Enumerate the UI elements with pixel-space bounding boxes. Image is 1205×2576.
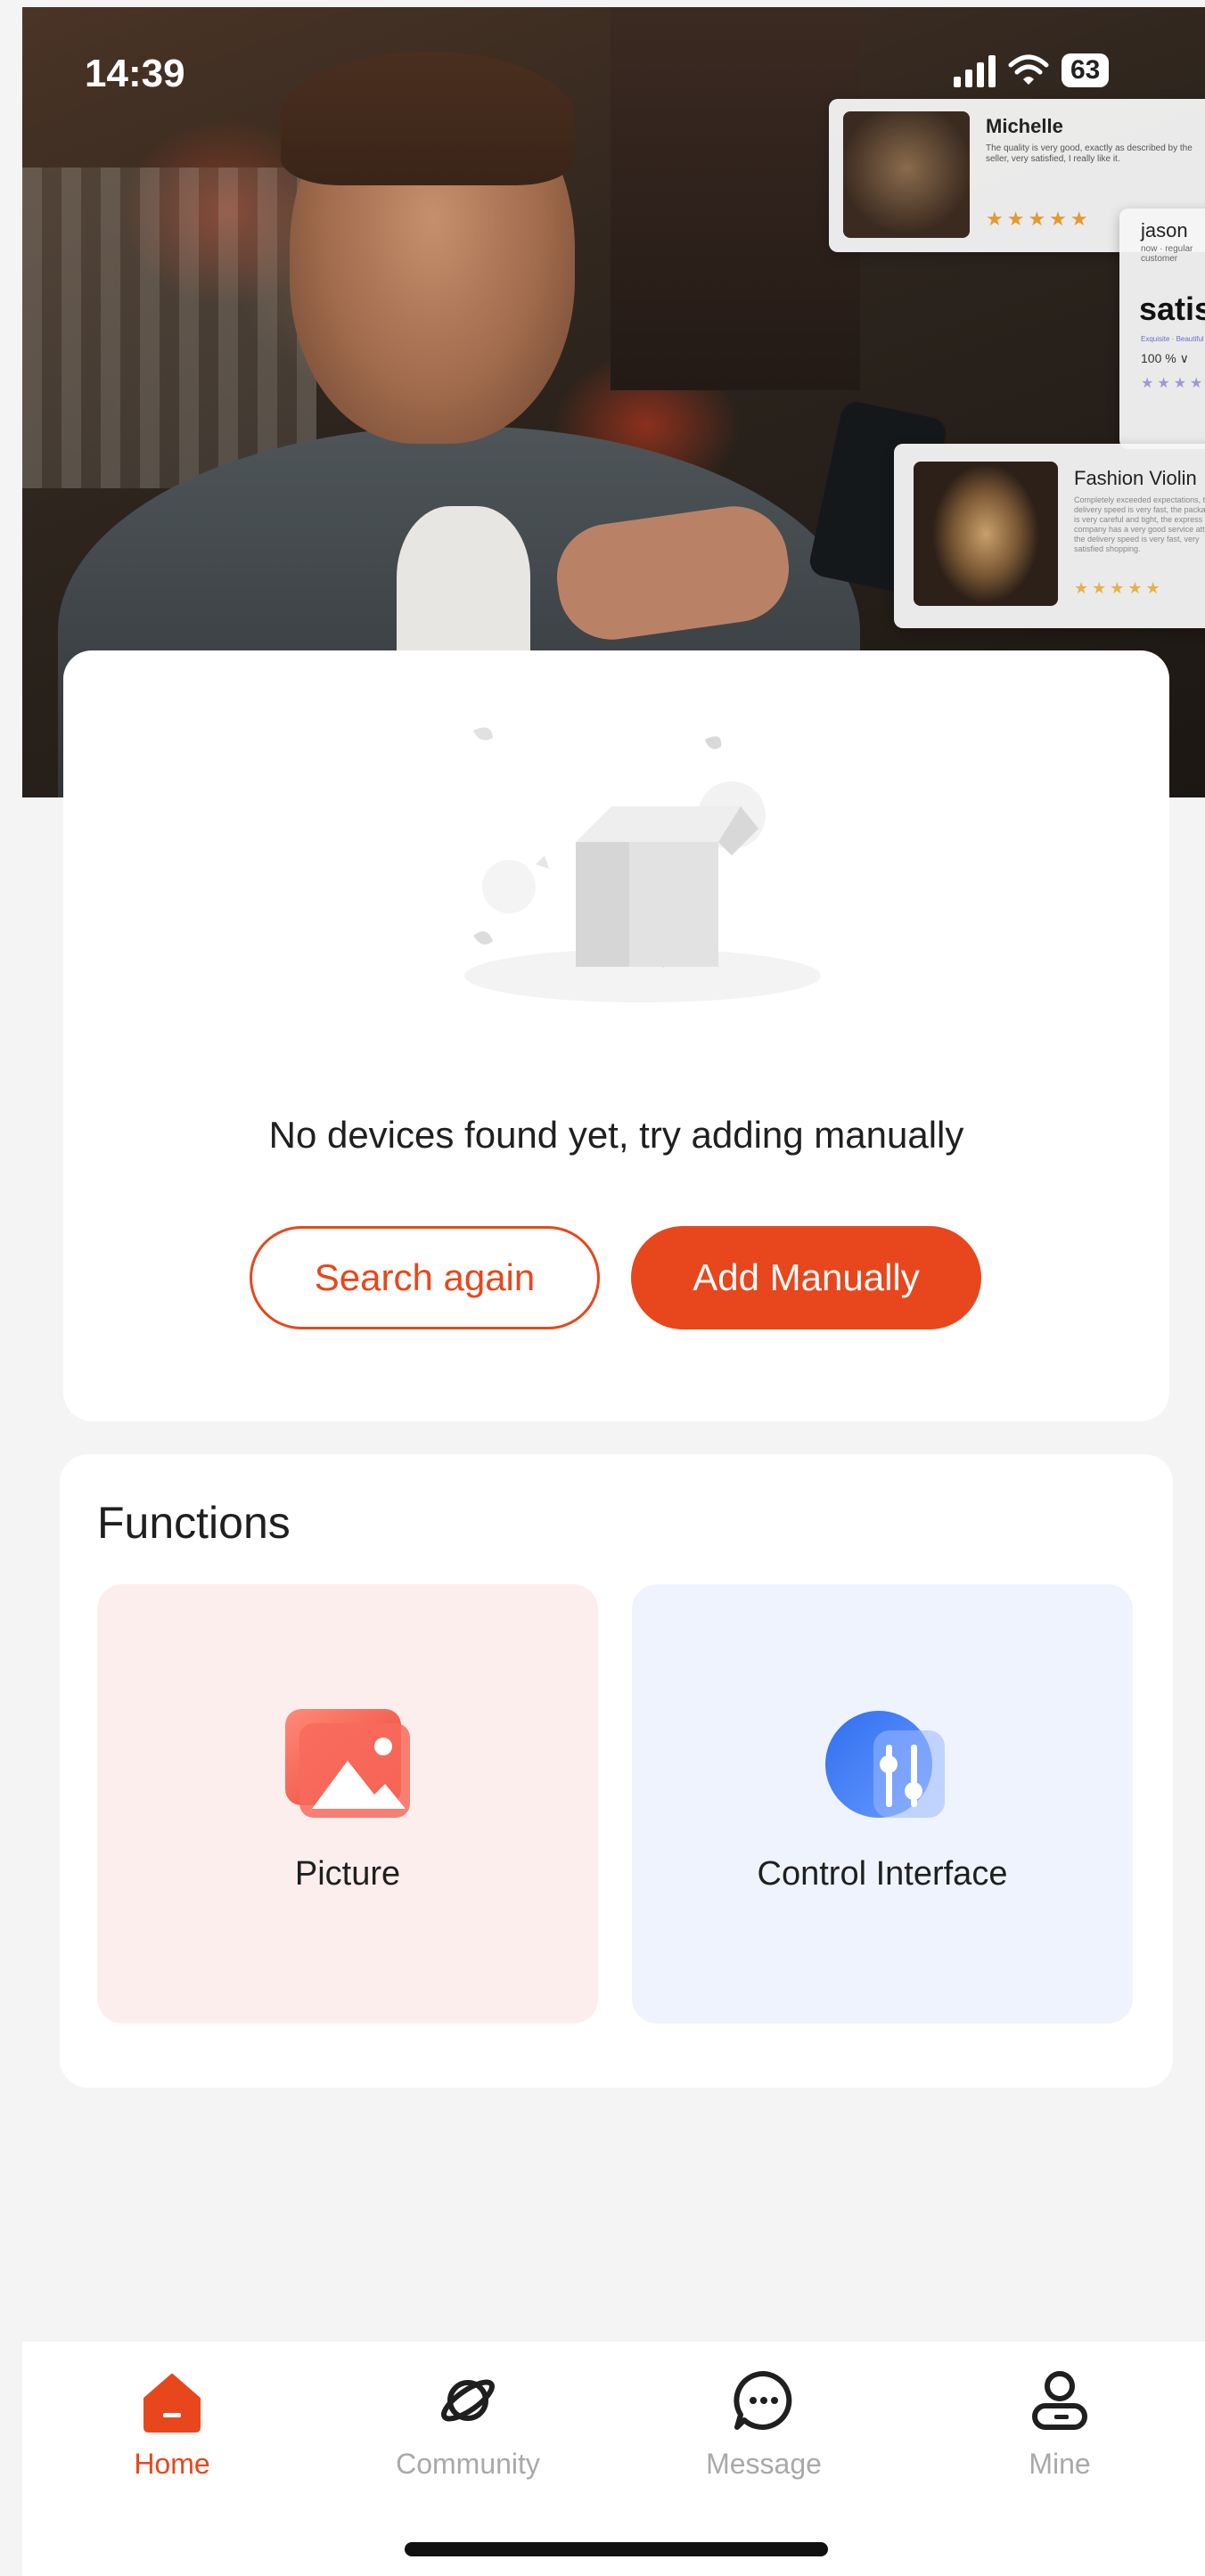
nav-label: Community <box>396 2448 540 2480</box>
chat-bubble-icon <box>734 2370 792 2430</box>
review-card-fashion-violin: Fashion Violin Completely exceeded expec… <box>894 444 1205 628</box>
review-thumbnail <box>843 111 970 238</box>
function-label: Picture <box>294 1855 401 1893</box>
review-thumbnail <box>914 462 1058 606</box>
nav-item-community[interactable]: Community <box>379 2368 557 2481</box>
add-manually-button[interactable]: Add Manually <box>631 1226 981 1329</box>
nav-label: Home <box>134 2448 210 2480</box>
nav-label: Mine <box>1029 2448 1091 2480</box>
review-stars: ★★★★★ <box>1074 579 1164 597</box>
review-stars: ★★★★★ <box>986 208 1092 230</box>
user-icon <box>1032 2371 1087 2430</box>
wifi-icon <box>1008 54 1049 85</box>
nav-item-home[interactable]: Home <box>83 2368 261 2481</box>
person-hair <box>281 52 575 185</box>
empty-box-illustration <box>464 727 821 1002</box>
background-shelf <box>22 168 316 488</box>
empty-message: No devices found yet, try adding manuall… <box>268 1114 964 1156</box>
function-label: Control Interface <box>757 1855 1008 1893</box>
nav-label: Message <box>706 2448 822 2480</box>
background-wall <box>611 7 860 390</box>
review-name: jason <box>1141 219 1188 241</box>
home-icon <box>143 2374 201 2433</box>
review-text: The quality is very good, exactly as des… <box>986 143 1193 164</box>
picture-icon <box>285 1709 410 1818</box>
signal-icon <box>954 53 996 87</box>
status-time: 14:39 <box>85 52 185 95</box>
review-card-jason: jason now · regular customer satisf Exqu… <box>1119 209 1205 449</box>
review-name: Michelle <box>986 115 1063 137</box>
bottom-nav: Home Community Message Mine <box>22 2342 1205 2576</box>
nav-item-mine[interactable]: Mine <box>971 2368 1149 2481</box>
review-subtitle: now · regular customer <box>1141 244 1193 264</box>
search-again-button[interactable]: Search again <box>250 1226 600 1329</box>
review-percent: 100 % ∨ <box>1141 351 1189 365</box>
home-indicator[interactable] <box>405 2542 828 2556</box>
functions-card: Functions Picture Control Interface <box>60 1454 1173 2088</box>
functions-title: Functions <box>97 1498 291 1548</box>
review-text: Completely exceeded expectations, the de… <box>1074 495 1205 553</box>
planet-icon <box>441 2379 495 2422</box>
control-interface-icon <box>825 1711 945 1818</box>
function-tile-control-interface[interactable]: Control Interface <box>632 1584 1133 2024</box>
review-tag: Exquisite · Beautiful <box>1141 335 1204 343</box>
device-empty-card: No devices found yet, try adding manuall… <box>63 650 1169 1421</box>
review-stars: ★★★★ <box>1141 376 1205 391</box>
nav-item-message[interactable]: Message <box>675 2368 853 2481</box>
status-icons: 63 <box>954 53 1110 87</box>
review-name: Fashion Violin <box>1074 467 1197 489</box>
battery-icon: 63 <box>1062 53 1110 87</box>
function-tile-picture[interactable]: Picture <box>97 1584 598 2024</box>
review-headline: satisf <box>1139 290 1205 327</box>
